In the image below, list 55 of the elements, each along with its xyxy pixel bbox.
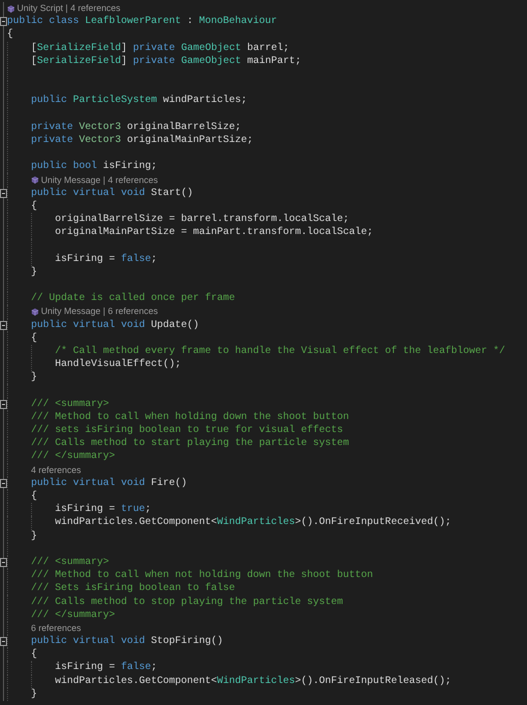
code-line: isFiring = true;	[55, 503, 152, 516]
code-lens[interactable]: Unity Script | 4 references	[17, 3, 120, 14]
code-line: /// <summary>	[31, 556, 110, 569]
code-line: /// Calls method to stop playing the particle system	[31, 596, 344, 609]
code-lens[interactable]: Unity Message | 4 references	[41, 174, 158, 186]
code-line: windParticles.GetComponent<WindParticles>().OnFireInputReleased();	[55, 674, 452, 688]
code-line: // Update is called once per frame	[31, 292, 236, 306]
collapse-icon[interactable]	[0, 320, 7, 330]
collapse-icon[interactable]	[0, 637, 7, 646]
collapse-icon[interactable]	[0, 188, 7, 198]
code-lens[interactable]: 4 references	[31, 464, 82, 476]
code-line: originalMainPartSize = mainPart.transform.localScale;	[55, 226, 374, 240]
code-line: private Vector3 originalBarrelSize;	[31, 120, 242, 134]
code-line: private Vector3 originalMainPartSize;	[31, 134, 254, 147]
code-line: /// Calls method to start playing the particle system	[31, 437, 350, 450]
code-lens[interactable]: Unity Message | 6 references	[41, 306, 158, 318]
code-line: /// sets isFiring boolean to true for visual effects	[31, 424, 344, 438]
cube-icon	[31, 308, 39, 316]
code-line: /// Sets isFiring boolean to false	[31, 582, 236, 596]
code-line: /// Method to call when not holding down the shoot button	[31, 569, 374, 582]
code-line: /// Method to call when holding down the shoot button	[31, 410, 350, 424]
code-line: public class LeafblowerParent : MonoBehaviour	[7, 15, 278, 28]
code-line: {	[7, 28, 14, 42]
code-line: public virtual void Start()	[31, 186, 194, 200]
code-line: HandleVisualEffect();	[55, 358, 182, 372]
collapse-icon[interactable]	[0, 17, 7, 26]
code-line: /// </summary>	[31, 608, 116, 622]
code-line: {	[31, 332, 38, 345]
code-line: isFiring = false;	[55, 661, 158, 674]
code-line: [SerializeField] private GameObject barrel;	[31, 42, 290, 55]
code-line: }	[31, 530, 38, 543]
code-line: [SerializeField] private GameObject mainPart;	[31, 54, 302, 68]
cube-icon	[31, 176, 39, 184]
code-lens[interactable]: 6 references	[31, 622, 82, 634]
code-line: /// <summary>	[31, 398, 110, 411]
code-line: }	[31, 371, 38, 384]
code-line: public bool isFiring;	[31, 160, 158, 174]
code-line: originalBarrelSize = barrel.transform.localScale;	[55, 213, 350, 226]
code-line: /* Call method every frame to handle the Visual effect of the leafblower */	[55, 344, 506, 358]
collapse-icon[interactable]	[0, 478, 7, 488]
code-line: {	[31, 648, 38, 662]
code-line: {	[31, 490, 38, 504]
collapse-icon[interactable]	[0, 400, 7, 409]
code-line: }	[31, 688, 38, 701]
code-line: /// </summary>	[31, 450, 116, 464]
code-line: public virtual void Update()	[31, 318, 200, 332]
code-line: }	[31, 266, 38, 279]
code-line: public virtual void StopFiring()	[31, 635, 224, 648]
cube-icon	[7, 4, 15, 13]
code-line: {	[31, 200, 38, 213]
collapse-icon[interactable]	[0, 558, 7, 567]
code-line: isFiring = false;	[55, 252, 158, 266]
code-line: windParticles.GetComponent<WindParticles>().OnFireInputReceived();	[55, 516, 452, 530]
code-line: public virtual void Fire()	[31, 476, 188, 490]
code-line: public ParticleSystem windParticles;	[31, 94, 248, 108]
